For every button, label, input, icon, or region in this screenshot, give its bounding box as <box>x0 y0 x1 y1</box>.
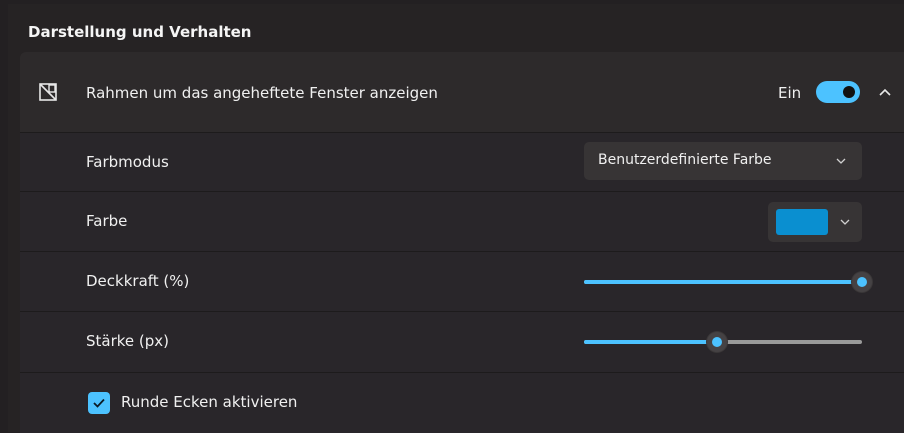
rounded-corners-checkbox[interactable] <box>88 392 110 414</box>
slider-thumb[interactable] <box>707 332 727 352</box>
checkmark-icon <box>93 398 105 408</box>
slider-fill <box>584 340 717 344</box>
slider-fill <box>584 280 862 284</box>
thickness-label: Stärke (px) <box>86 332 170 350</box>
toggle-knob <box>843 86 855 98</box>
thickness-slider[interactable] <box>584 332 862 352</box>
toggle-state-text: Ein <box>778 84 802 102</box>
opacity-label: Deckkraft (%) <box>86 272 190 290</box>
opacity-slider[interactable] <box>584 272 872 292</box>
color-row: Farbe <box>20 191 904 252</box>
rounded-corners-row: Runde Ecken aktivieren <box>20 372 904 433</box>
color-label: Farbe <box>86 212 128 230</box>
color-mode-dropdown[interactable]: Benutzerdefinierte Farbe <box>584 142 862 180</box>
color-mode-row: Farbmodus Benutzerdefinierte Farbe <box>20 132 904 192</box>
rounded-corners-label: Runde Ecken aktivieren <box>121 393 298 411</box>
opacity-row: Deckkraft (%) <box>20 251 904 312</box>
color-mode-label: Farbmodus <box>86 153 169 171</box>
chevron-down-icon <box>840 219 850 225</box>
chevron-up-icon[interactable] <box>878 85 892 99</box>
chevron-down-icon <box>836 158 846 164</box>
section-title: Darstellung und Verhalten <box>28 23 252 41</box>
border-toggle-switch[interactable] <box>816 81 860 103</box>
color-swatch <box>776 209 828 235</box>
slider-thumb[interactable] <box>852 272 872 292</box>
border-settings-card: Rahmen um das angeheftete Fenster anzeig… <box>20 52 904 433</box>
border-toggle-label: Rahmen um das angeheftete Fenster anzeig… <box>86 84 438 102</box>
thickness-row: Stärke (px) <box>20 311 904 373</box>
color-mode-selected: Benutzerdefinierte Farbe <box>598 152 772 168</box>
color-picker-button[interactable] <box>768 202 862 242</box>
border-toggle-row[interactable]: Rahmen um das angeheftete Fenster anzeig… <box>20 52 904 132</box>
window-frame-icon <box>39 83 57 101</box>
